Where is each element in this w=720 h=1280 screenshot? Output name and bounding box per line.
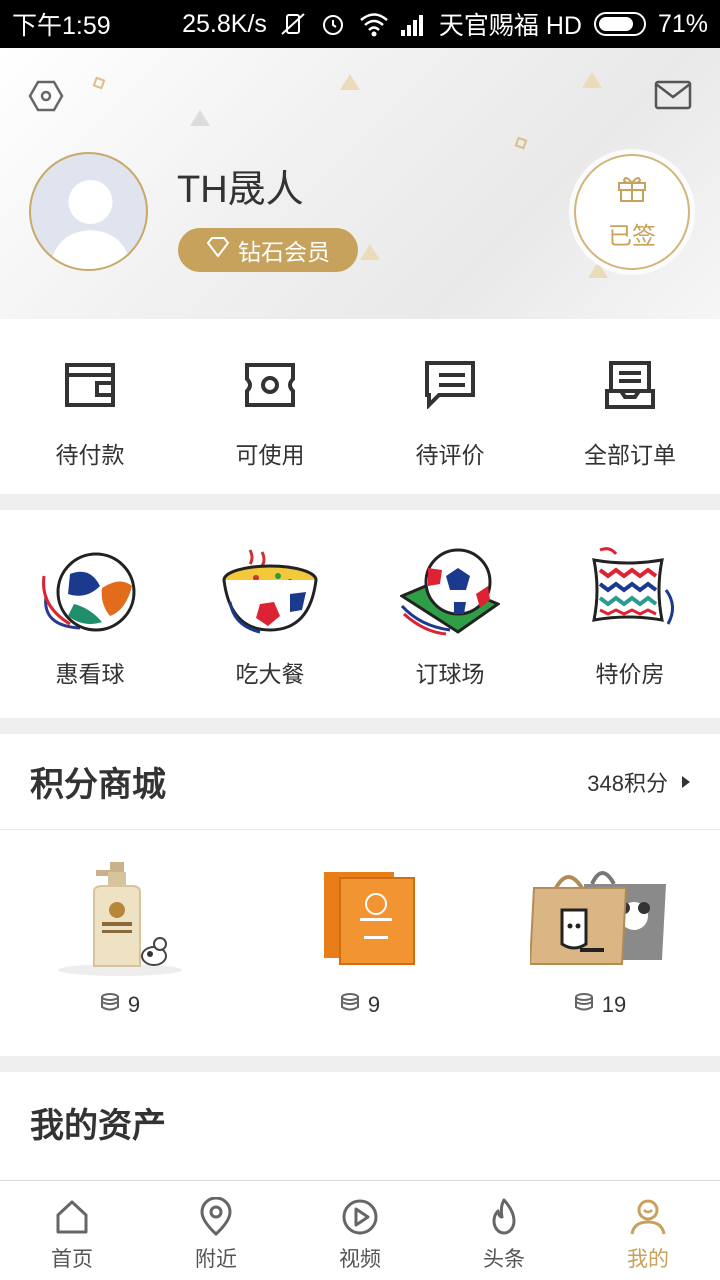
order-label: 全部订单 [584,442,676,468]
tab-video[interactable]: 视频 [288,1181,432,1280]
product-list: 9 9 19 [0,830,720,1056]
product-item[interactable]: 9 [0,830,240,1056]
member-level-label: 钻石会员 [238,239,330,265]
pillow-icon [580,546,680,641]
battery-icon [593,12,646,36]
product-image-lotion [50,858,190,978]
points-mall-section: 积分商城 348积分 9 9 19 [0,734,720,1056]
status-carrier: 天官赐福 HD [438,12,582,40]
tab-home[interactable]: 首页 [0,1181,144,1280]
coin-stack-icon [574,992,594,1018]
member-level-badge[interactable]: 钻石会员 [178,228,358,272]
location-icon [196,1196,236,1237]
home-icon [52,1197,92,1237]
decoration [360,244,380,260]
points-mall-title: 积分商城 [30,766,166,804]
status-network-speed: 25.8K/s [182,9,267,38]
order-label: 可使用 [235,442,305,468]
bottom-tab-bar: 首页 附近 视频 头条 我的 [0,1180,720,1280]
service-watch-game[interactable]: 惠看球 [0,510,180,718]
decoration [582,72,602,88]
order-pending-review[interactable]: 待评价 [360,319,540,494]
signin-button[interactable]: 已签 [574,154,690,270]
wifi-icon [359,10,388,38]
service-book-pitch[interactable]: 订球场 [360,510,540,718]
tab-label: 我的 [627,1248,669,1271]
flame-icon [484,1197,524,1237]
services-section: 惠看球 吃大餐 订球场 特价房 [0,510,720,718]
service-dining[interactable]: 吃大餐 [180,510,360,718]
product-price-value: 9 [367,992,381,1017]
orders-section: 待付款 可使用 待评价 全部订单 [0,319,720,494]
service-label: 吃大餐 [235,661,305,687]
order-all[interactable]: 全部订单 [540,319,720,494]
service-discount-room[interactable]: 特价房 [540,510,720,718]
comment-icon [425,361,475,414]
product-price: 9 [100,992,140,1018]
tab-label: 首页 [51,1248,93,1271]
signin-label: 已签 [608,223,656,250]
tab-headlines[interactable]: 头条 [432,1181,576,1280]
wallet-icon [65,361,115,414]
vibrate-off-icon [279,10,307,38]
video-icon [340,1197,380,1237]
product-price-value: 9 [127,992,141,1017]
points-balance[interactable]: 348积分 [587,766,690,798]
decoration [92,76,106,90]
profile-icon [628,1197,668,1237]
status-bar: 下午1:59 25.8K/s 天官赐福 HD 71% [0,0,720,48]
product-item[interactable]: 19 [480,830,720,1056]
order-label: 待付款 [55,442,125,468]
coin-stack-icon [100,992,120,1018]
product-item[interactable]: 9 [240,830,480,1056]
coin-stack-icon [340,992,360,1018]
product-price: 9 [340,992,380,1018]
product-price: 19 [574,992,626,1018]
ticket-icon [245,361,295,414]
football-icon [40,546,140,641]
meal-bowl-icon [220,546,320,641]
signal-icon [399,10,427,38]
product-image-tote-bags [528,858,670,978]
mail-icon[interactable] [654,80,692,110]
decoration [190,110,210,126]
decoration [588,262,608,278]
status-battery: 71% [657,9,708,38]
order-pending-payment[interactable]: 待付款 [0,319,180,494]
service-label: 订球场 [415,661,485,687]
tab-label: 头条 [483,1248,525,1271]
tab-label: 视频 [339,1248,381,1271]
my-assets-section: 我的资产 [0,1072,720,1182]
decoration [514,136,528,150]
arrow-right-icon [682,775,690,788]
order-label: 待评价 [415,442,485,468]
tab-label: 附近 [195,1248,237,1271]
avatar[interactable] [29,152,148,271]
profile-header: TH晟人 钻石会员 已签 [0,48,720,319]
tab-nearby[interactable]: 附近 [144,1181,288,1280]
service-label: 惠看球 [55,661,125,687]
diamond-icon [206,236,230,264]
status-time: 下午1:59 [12,12,111,40]
my-assets-title: 我的资产 [30,1107,166,1145]
points-mall-header[interactable]: 积分商城 348积分 [0,734,720,830]
points-balance-value: 348积分 [587,770,668,796]
settings-icon[interactable] [28,78,64,114]
order-usable[interactable]: 可使用 [180,319,360,494]
gift-icon [616,173,648,210]
tab-profile[interactable]: 我的 [576,1181,720,1280]
orders-icon [605,361,655,414]
product-image-face-mask [290,858,430,978]
service-label: 特价房 [595,661,665,687]
product-price-value: 19 [601,992,627,1017]
football-pitch-icon [398,546,502,641]
alarm-icon [319,10,347,38]
username: TH晟人 [177,169,304,211]
decoration [340,74,360,90]
